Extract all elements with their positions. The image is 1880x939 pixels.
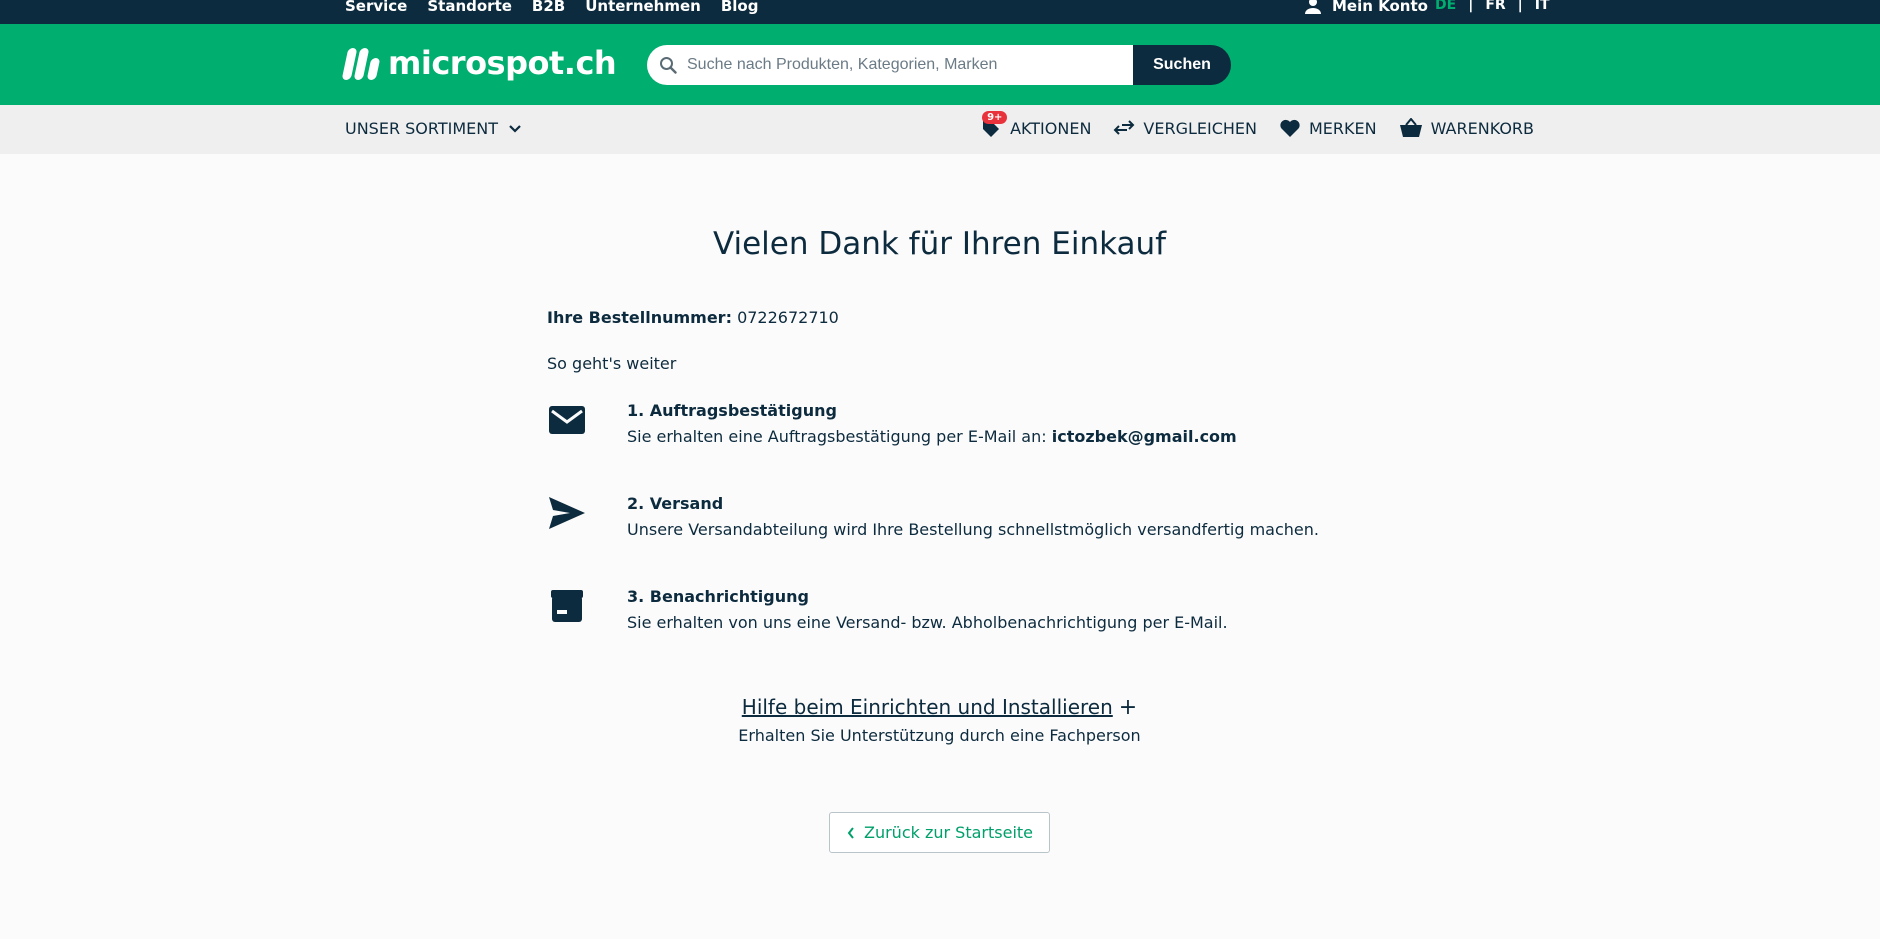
lang-it[interactable]: IT [1535, 0, 1550, 13]
mail-icon [549, 406, 585, 434]
navigation-bar: UNSER SORTIMENT 9+ AKTIONEN VERGLEICHEN … [0, 105, 1880, 154]
lang-fr[interactable]: FR [1485, 0, 1505, 13]
search-input[interactable] [687, 56, 1107, 74]
utility-link-service[interactable]: Service [345, 0, 407, 15]
order-number-value: 0722672710 [737, 308, 839, 327]
step-title: 3. Benachrichtigung [627, 587, 809, 606]
wishlist-label: MERKEN [1309, 118, 1377, 138]
box-icon [551, 590, 583, 622]
language-switcher: DE | FR | IT [1435, 0, 1550, 13]
search-icon [660, 57, 677, 74]
installation-help: Hilfe beim Einrichten und Installieren + … [547, 695, 1332, 745]
utility-link-unternehmen[interactable]: Unternehmen [585, 0, 701, 15]
main-header: microspot.ch Suche n [0, 24, 1880, 105]
cart-link[interactable]: WARENKORB [1399, 117, 1534, 139]
step-title: 2. Versand [627, 494, 724, 513]
logo-text: microspot.ch [388, 44, 617, 82]
step-description-text: Sie erhalten eine Auftragsbestätigung pe… [627, 427, 1047, 446]
account-link[interactable]: Mein Konto [1304, 0, 1428, 15]
order-number-row: Ihre Bestellnummer: 0722672710 [547, 308, 839, 327]
chevron-down-icon [509, 124, 521, 133]
compare-label: VERGLEICHEN [1143, 118, 1257, 138]
step-text: 2. Versand Unsere Versandabteilung wird … [627, 491, 1319, 543]
next-steps-heading: So geht's weiter [547, 354, 677, 373]
search-field[interactable] [647, 45, 1133, 85]
step-description: Sie erhalten von uns eine Versand- bzw. … [627, 613, 1228, 632]
lang-separator: | [1468, 0, 1474, 13]
search-bar: Suche n [647, 45, 1231, 85]
installation-help-subtitle: Erhalten Sie Unterstützung durch eine Fa… [738, 726, 1141, 745]
utility-link-blog[interactable]: Blog [721, 0, 759, 15]
chevron-left-icon [847, 826, 854, 839]
site-logo[interactable]: microspot.ch [341, 44, 617, 82]
sortiment-menu[interactable]: UNSER SORTIMENT [345, 119, 522, 138]
cart-label: WARENKORB [1430, 118, 1534, 138]
compare-arrows-icon [1113, 120, 1135, 135]
actions-badge: 9+ [982, 111, 1008, 124]
send-icon [549, 497, 585, 529]
step-title: 1. Auftragsbestätigung [627, 401, 837, 420]
utility-link-b2b[interactable]: B2B [532, 0, 565, 15]
search-button[interactable]: Suchen [1133, 45, 1231, 85]
basket-icon [1399, 118, 1422, 137]
utility-links: Service Standorte B2B Unternehmen Blog [345, 0, 758, 15]
actions-link[interactable]: 9+ AKTIONEN [980, 111, 1092, 139]
step-text: 3. Benachrichtigung Sie erhalten von uns… [627, 584, 1228, 636]
back-to-home-button[interactable]: Zurück zur Startseite [829, 812, 1050, 853]
wishlist-link[interactable]: MERKEN [1279, 117, 1377, 139]
sortiment-label: UNSER SORTIMENT [345, 119, 498, 138]
logo-mark-icon [341, 46, 381, 80]
heart-icon [1280, 119, 1300, 137]
compare-link[interactable]: VERGLEICHEN [1113, 117, 1257, 139]
expand-plus-icon[interactable]: + [1119, 695, 1137, 720]
page-title: Vielen Dank für Ihren Einkauf [712, 226, 1167, 262]
step-description: Unsere Versandabteilung wird Ihre Bestel… [627, 520, 1319, 539]
customer-email: ictozbek@gmail.com [1051, 427, 1237, 446]
step-text: 1. Auftragsbestätigung Sie erhalten eine… [627, 398, 1237, 450]
order-number-label: Ihre Bestellnummer: [547, 308, 732, 327]
user-icon [1305, 0, 1321, 14]
step-description: Sie erhalten eine Auftragsbestätigung pe… [627, 424, 1237, 450]
actions-label: AKTIONEN [1010, 118, 1092, 138]
lang-de[interactable]: DE [1435, 0, 1456, 13]
installation-help-link[interactable]: Hilfe beim Einrichten und Installieren [742, 695, 1113, 719]
nav-actions: 9+ AKTIONEN VERGLEICHEN MERKEN WARENKORB [980, 111, 1534, 139]
lang-separator: | [1517, 0, 1523, 13]
back-to-home-label: Zurück zur Startseite [864, 823, 1033, 842]
utility-link-standorte[interactable]: Standorte [427, 0, 512, 15]
account-label: Mein Konto [1332, 0, 1428, 15]
top-utility-bar: Service Standorte B2B Unternehmen Blog M… [0, 0, 1880, 24]
